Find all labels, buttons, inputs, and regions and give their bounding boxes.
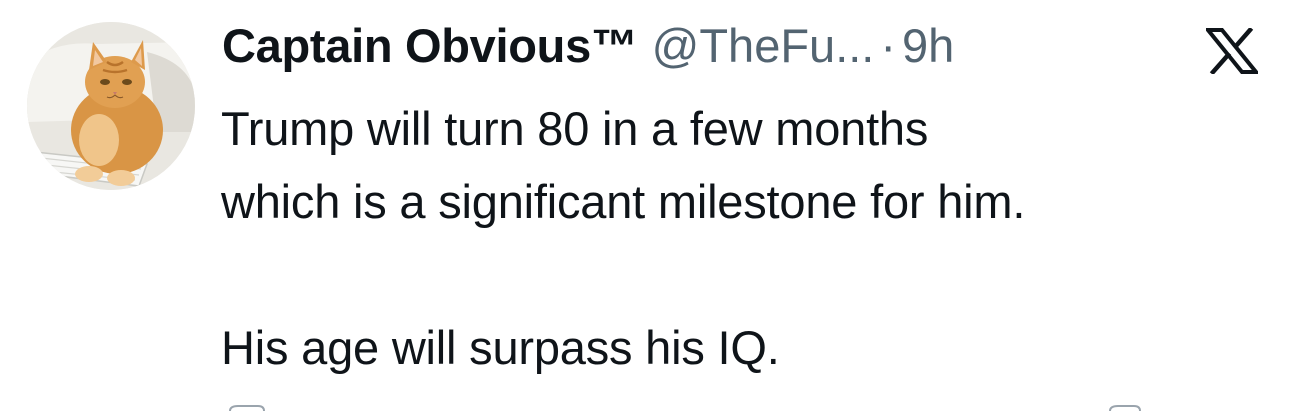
x-logo-icon[interactable] bbox=[1206, 28, 1258, 74]
orange-cat-avatar-icon bbox=[27, 22, 195, 190]
avatar[interactable] bbox=[27, 22, 195, 190]
action-bar-edge bbox=[229, 405, 1141, 411]
display-name[interactable]: Captain Obvious™ bbox=[222, 18, 638, 73]
tweet-text-line: His age will surpass his IQ. bbox=[221, 321, 780, 374]
tweet-text-line: Trump will turn 80 in a few months bbox=[221, 102, 929, 155]
separator-dot: · bbox=[880, 19, 897, 72]
tweet-text-line: which is a significant milestone for him… bbox=[221, 175, 1026, 228]
tweet-header: Captain Obvious™ @TheFu... · 9h bbox=[222, 18, 954, 78]
tweet-card: Captain Obvious™ @TheFu... · 9h Trump wi… bbox=[0, 0, 1290, 411]
timestamp[interactable]: 9h bbox=[902, 18, 954, 73]
tweet-text: Trump will turn 80 in a few months which… bbox=[221, 92, 1281, 384]
user-handle[interactable]: @TheFu... bbox=[652, 18, 875, 73]
